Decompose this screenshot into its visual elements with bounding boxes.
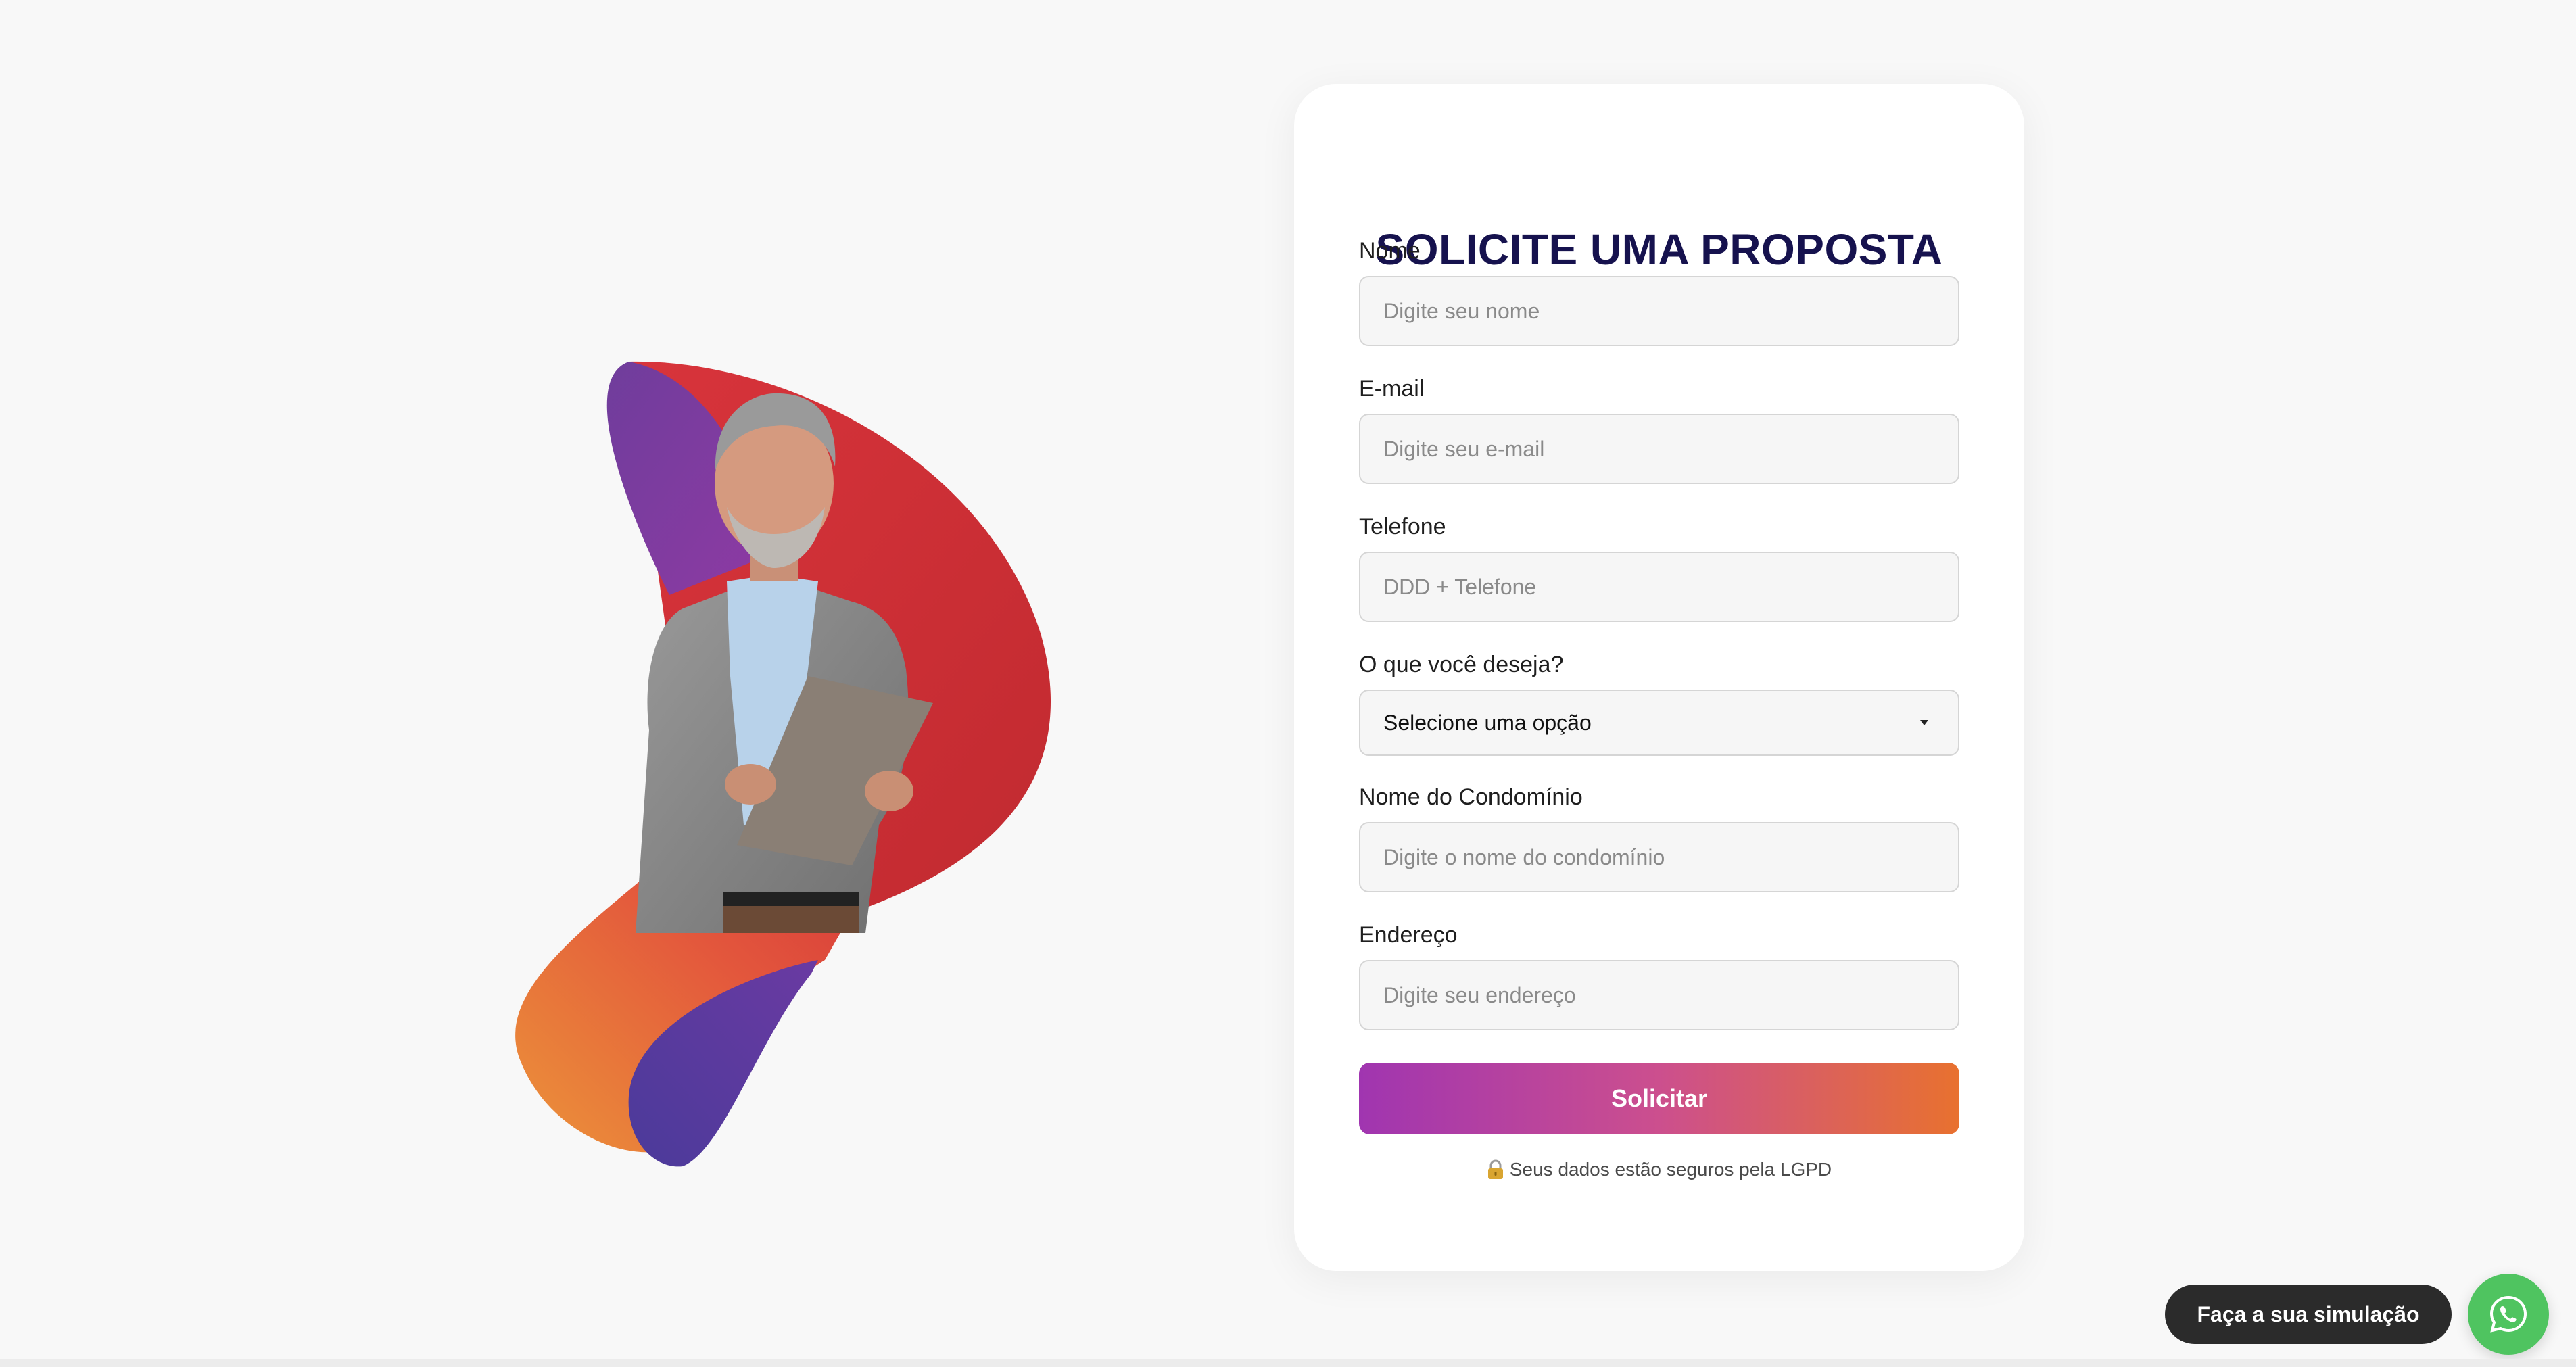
email-label: E-mail xyxy=(1359,376,1425,402)
person-hand-left xyxy=(725,764,776,805)
whatsapp-icon xyxy=(2489,1295,2527,1333)
desejo-select[interactable]: Selecione uma opção xyxy=(1359,690,1959,756)
telefone-input[interactable] xyxy=(1359,552,1959,622)
privacy-text: Seus dados estão seguros pela LGPD xyxy=(1509,1159,1832,1180)
page: SOLICITE UMA PROPOSTA Nome E-mail Telefo… xyxy=(0,0,2576,1367)
person-belt xyxy=(723,892,859,906)
privacy-note: Seus dados estão seguros pela LGPD xyxy=(1294,1159,2024,1180)
proposal-form-card: SOLICITE UMA PROPOSTA Nome E-mail Telefo… xyxy=(1294,84,2024,1271)
chevron-down-icon xyxy=(1920,720,1928,725)
solicitar-button[interactable]: Solicitar xyxy=(1359,1063,1959,1134)
endereco-label: Endereço xyxy=(1359,922,1458,948)
page-bottom-bar xyxy=(0,1359,2576,1367)
nome-input[interactable] xyxy=(1359,276,1959,346)
desejo-select-value: Selecione uma opção xyxy=(1383,710,1592,735)
condominio-label: Nome do Condomínio xyxy=(1359,784,1583,810)
whatsapp-button[interactable] xyxy=(2468,1274,2549,1355)
desejo-label: O que você deseja? xyxy=(1359,652,1564,677)
person-hand-right xyxy=(865,771,913,811)
lock-icon xyxy=(1487,1159,1504,1180)
endereco-input[interactable] xyxy=(1359,960,1959,1030)
condominio-input[interactable] xyxy=(1359,822,1959,892)
telefone-label: Telefone xyxy=(1359,514,1446,539)
hero-artwork xyxy=(515,361,1051,1167)
email-input[interactable] xyxy=(1359,414,1959,484)
hero-illustration xyxy=(500,352,1149,1190)
nome-label: Nome xyxy=(1359,238,1421,264)
simulation-pill[interactable]: Faça a sua simulação xyxy=(2165,1285,2452,1344)
